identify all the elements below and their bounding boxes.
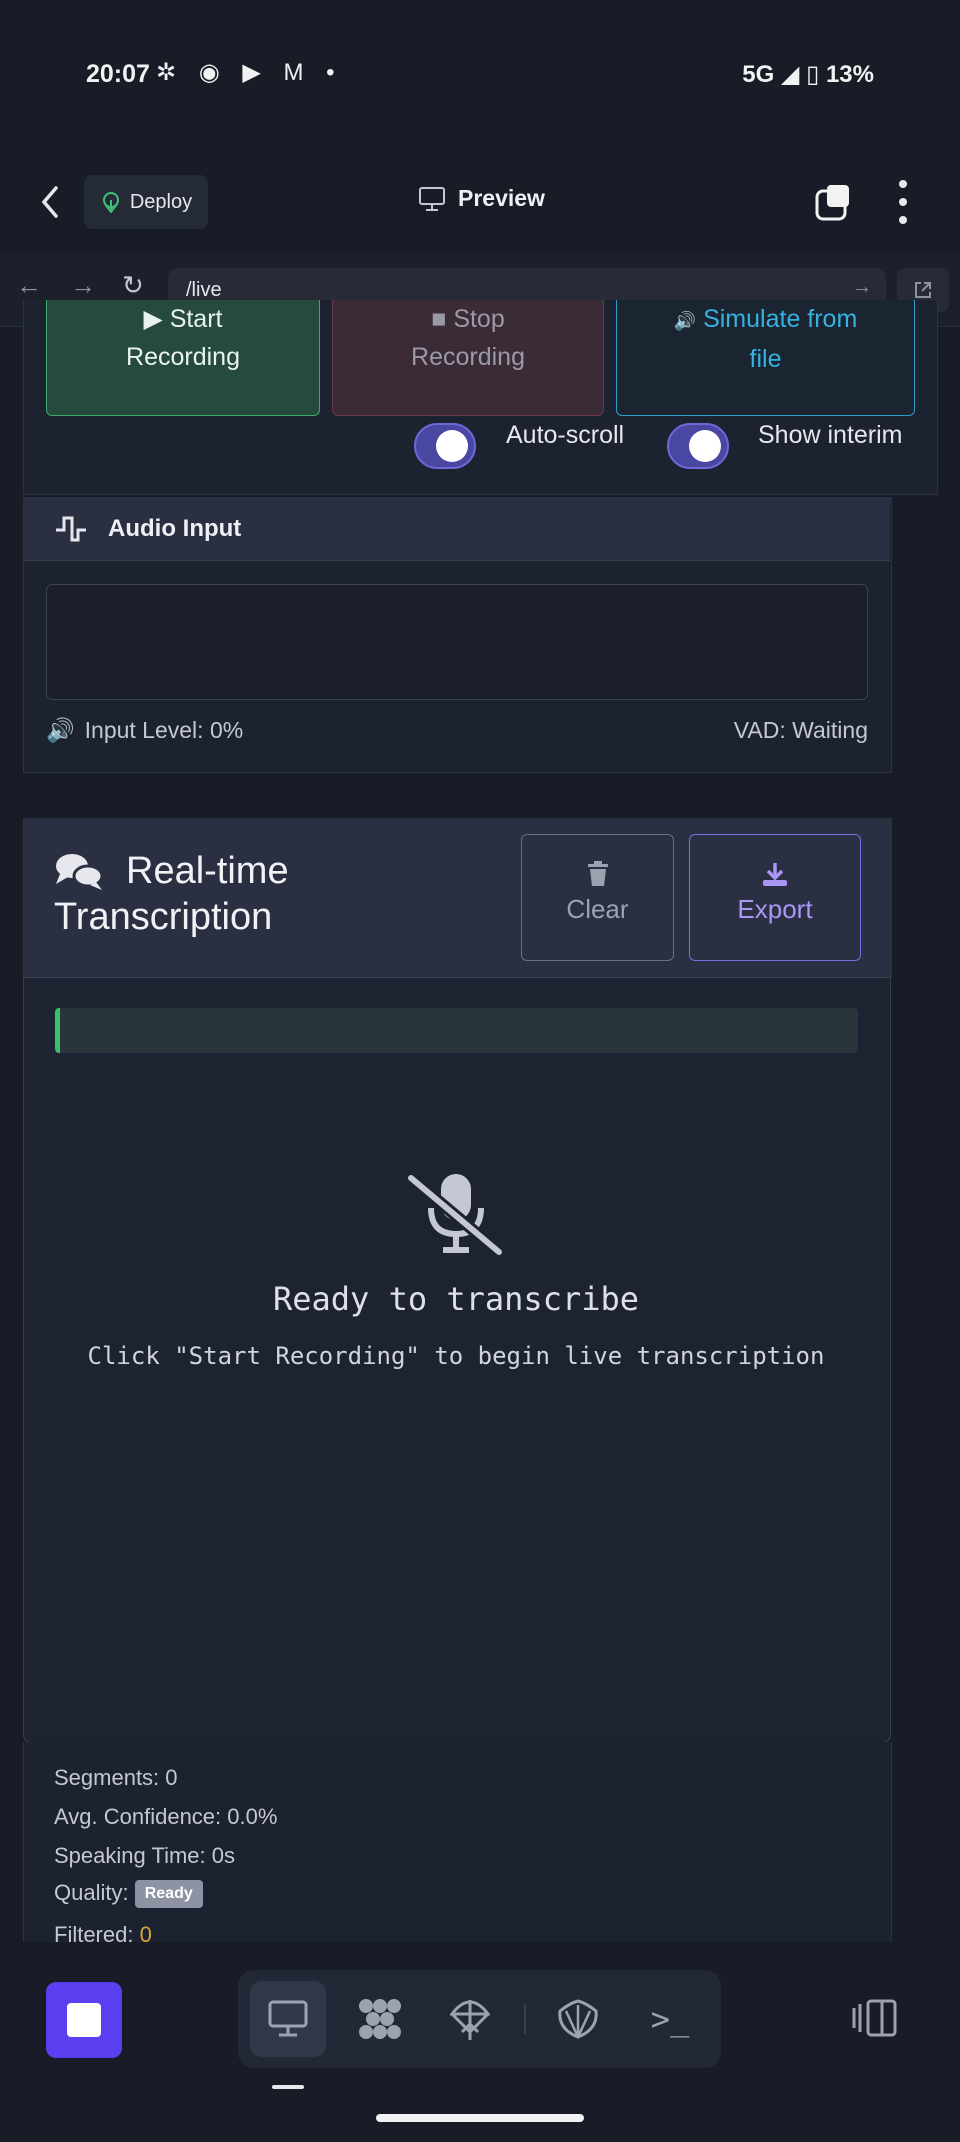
network-indicator: 5G [742, 61, 775, 88]
stop-label-1: Stop [453, 305, 505, 333]
signal-icon: ◢ [780, 61, 800, 88]
side-panel-icon[interactable] [852, 1998, 898, 2046]
deploy-button[interactable]: Deploy [84, 175, 208, 229]
more-menu-button[interactable] [896, 180, 910, 224]
stop-icon: ■ [431, 305, 447, 333]
play-icon: ▶ [143, 305, 163, 333]
shell-icon[interactable] [540, 1981, 616, 2057]
start-label-2: Recording [126, 343, 240, 371]
transcription-title-line2: Transcription [54, 896, 273, 938]
terminal-icon[interactable]: >_ [632, 1981, 708, 2057]
nav-back-icon[interactable]: ← [16, 270, 42, 301]
mesh-icon[interactable] [342, 1981, 418, 2057]
show-interim-label: Show interim [758, 421, 903, 449]
stop-square-icon [67, 2003, 101, 2037]
url-text: /live [186, 279, 222, 301]
stat-speaking-time: Speaking Time: 0s [54, 1843, 235, 1868]
volume-icon: 🔊 [46, 717, 75, 743]
interim-transcript-bar [55, 1008, 858, 1053]
parachute-icon[interactable] [432, 1981, 508, 2057]
reload-icon[interactable]: ↻ [122, 270, 144, 301]
export-button[interactable]: Export [689, 834, 861, 961]
autoscroll-toggle[interactable] [414, 423, 476, 469]
comments-icon [54, 852, 104, 897]
simulate-file-button[interactable]: 🔊 Simulate from file [616, 300, 915, 416]
trash-icon [522, 861, 673, 894]
monitor-icon[interactable] [250, 1981, 326, 2057]
input-level-text: Input Level: 0% [84, 717, 244, 743]
nav-forward-icon[interactable]: → [70, 270, 96, 301]
vad-status: VAD: Waiting [733, 717, 868, 743]
audio-input-title: Audio Input [108, 515, 242, 542]
status-right: 5G ◢ ▯ 13% [742, 60, 874, 89]
input-level: 🔊 Input Level: 0% [46, 717, 243, 744]
dock-divider [524, 2004, 526, 2034]
stat-quality: Quality: Ready [54, 1880, 203, 1909]
page-title: Preview [458, 185, 545, 211]
tabs-icon [815, 185, 849, 221]
deploy-icon [102, 192, 119, 213]
go-arrow-icon[interactable]: → [852, 276, 872, 299]
simulate-label-1: Simulate from [703, 305, 858, 333]
quality-badge: Ready [134, 1880, 203, 1909]
audio-file-icon: 🔊 [673, 311, 697, 331]
start-recording-button[interactable]: ▶ Start Recording [46, 300, 320, 416]
start-label-1: Start [169, 305, 223, 333]
clear-label: Clear [566, 894, 629, 924]
clear-button[interactable]: Clear [521, 834, 674, 961]
empty-state-subtitle: Click "Start Recording" to begin live tr… [87, 1342, 825, 1370]
stop-app-button[interactable] [46, 1982, 122, 2058]
notification-icons: ✲ ◉ ▶ M • [156, 59, 343, 86]
status-time: 20:07 [86, 60, 150, 88]
dock: >_ [238, 1970, 721, 2068]
waveform-display [46, 584, 868, 700]
simulate-label-2: file [749, 345, 782, 373]
back-button[interactable] [36, 180, 72, 224]
battery-level: 13% [825, 61, 874, 88]
stat-segments: Segments: 0 [54, 1765, 178, 1790]
export-label: Export [737, 894, 813, 924]
chevron-left-icon [41, 186, 58, 218]
waveform-icon [54, 514, 88, 549]
empty-state-title: Ready to transcribe [272, 1280, 640, 1318]
preview-title: Preview [418, 185, 545, 212]
home-indicator[interactable] [376, 2114, 584, 2122]
deploy-label: Deploy [129, 190, 193, 213]
microphone-off-icon [407, 1172, 505, 1257]
monitor-icon [419, 186, 445, 211]
tabs-button[interactable] [815, 183, 853, 221]
stop-label-2: Recording [411, 343, 525, 371]
external-link-icon [915, 282, 931, 298]
autoscroll-label: Auto-scroll [506, 421, 625, 449]
battery-icon: ▯ [806, 61, 820, 88]
stat-avg-confidence: Avg. Confidence: 0.0% [54, 1804, 278, 1829]
quality-label: Quality: [54, 1880, 129, 1905]
show-interim-toggle[interactable] [667, 423, 729, 469]
download-icon [690, 861, 860, 894]
stop-recording-button[interactable]: ■ Stop Recording [332, 300, 604, 416]
transcription-title-line1: Real-time [126, 850, 289, 892]
active-indicator [272, 2085, 304, 2089]
